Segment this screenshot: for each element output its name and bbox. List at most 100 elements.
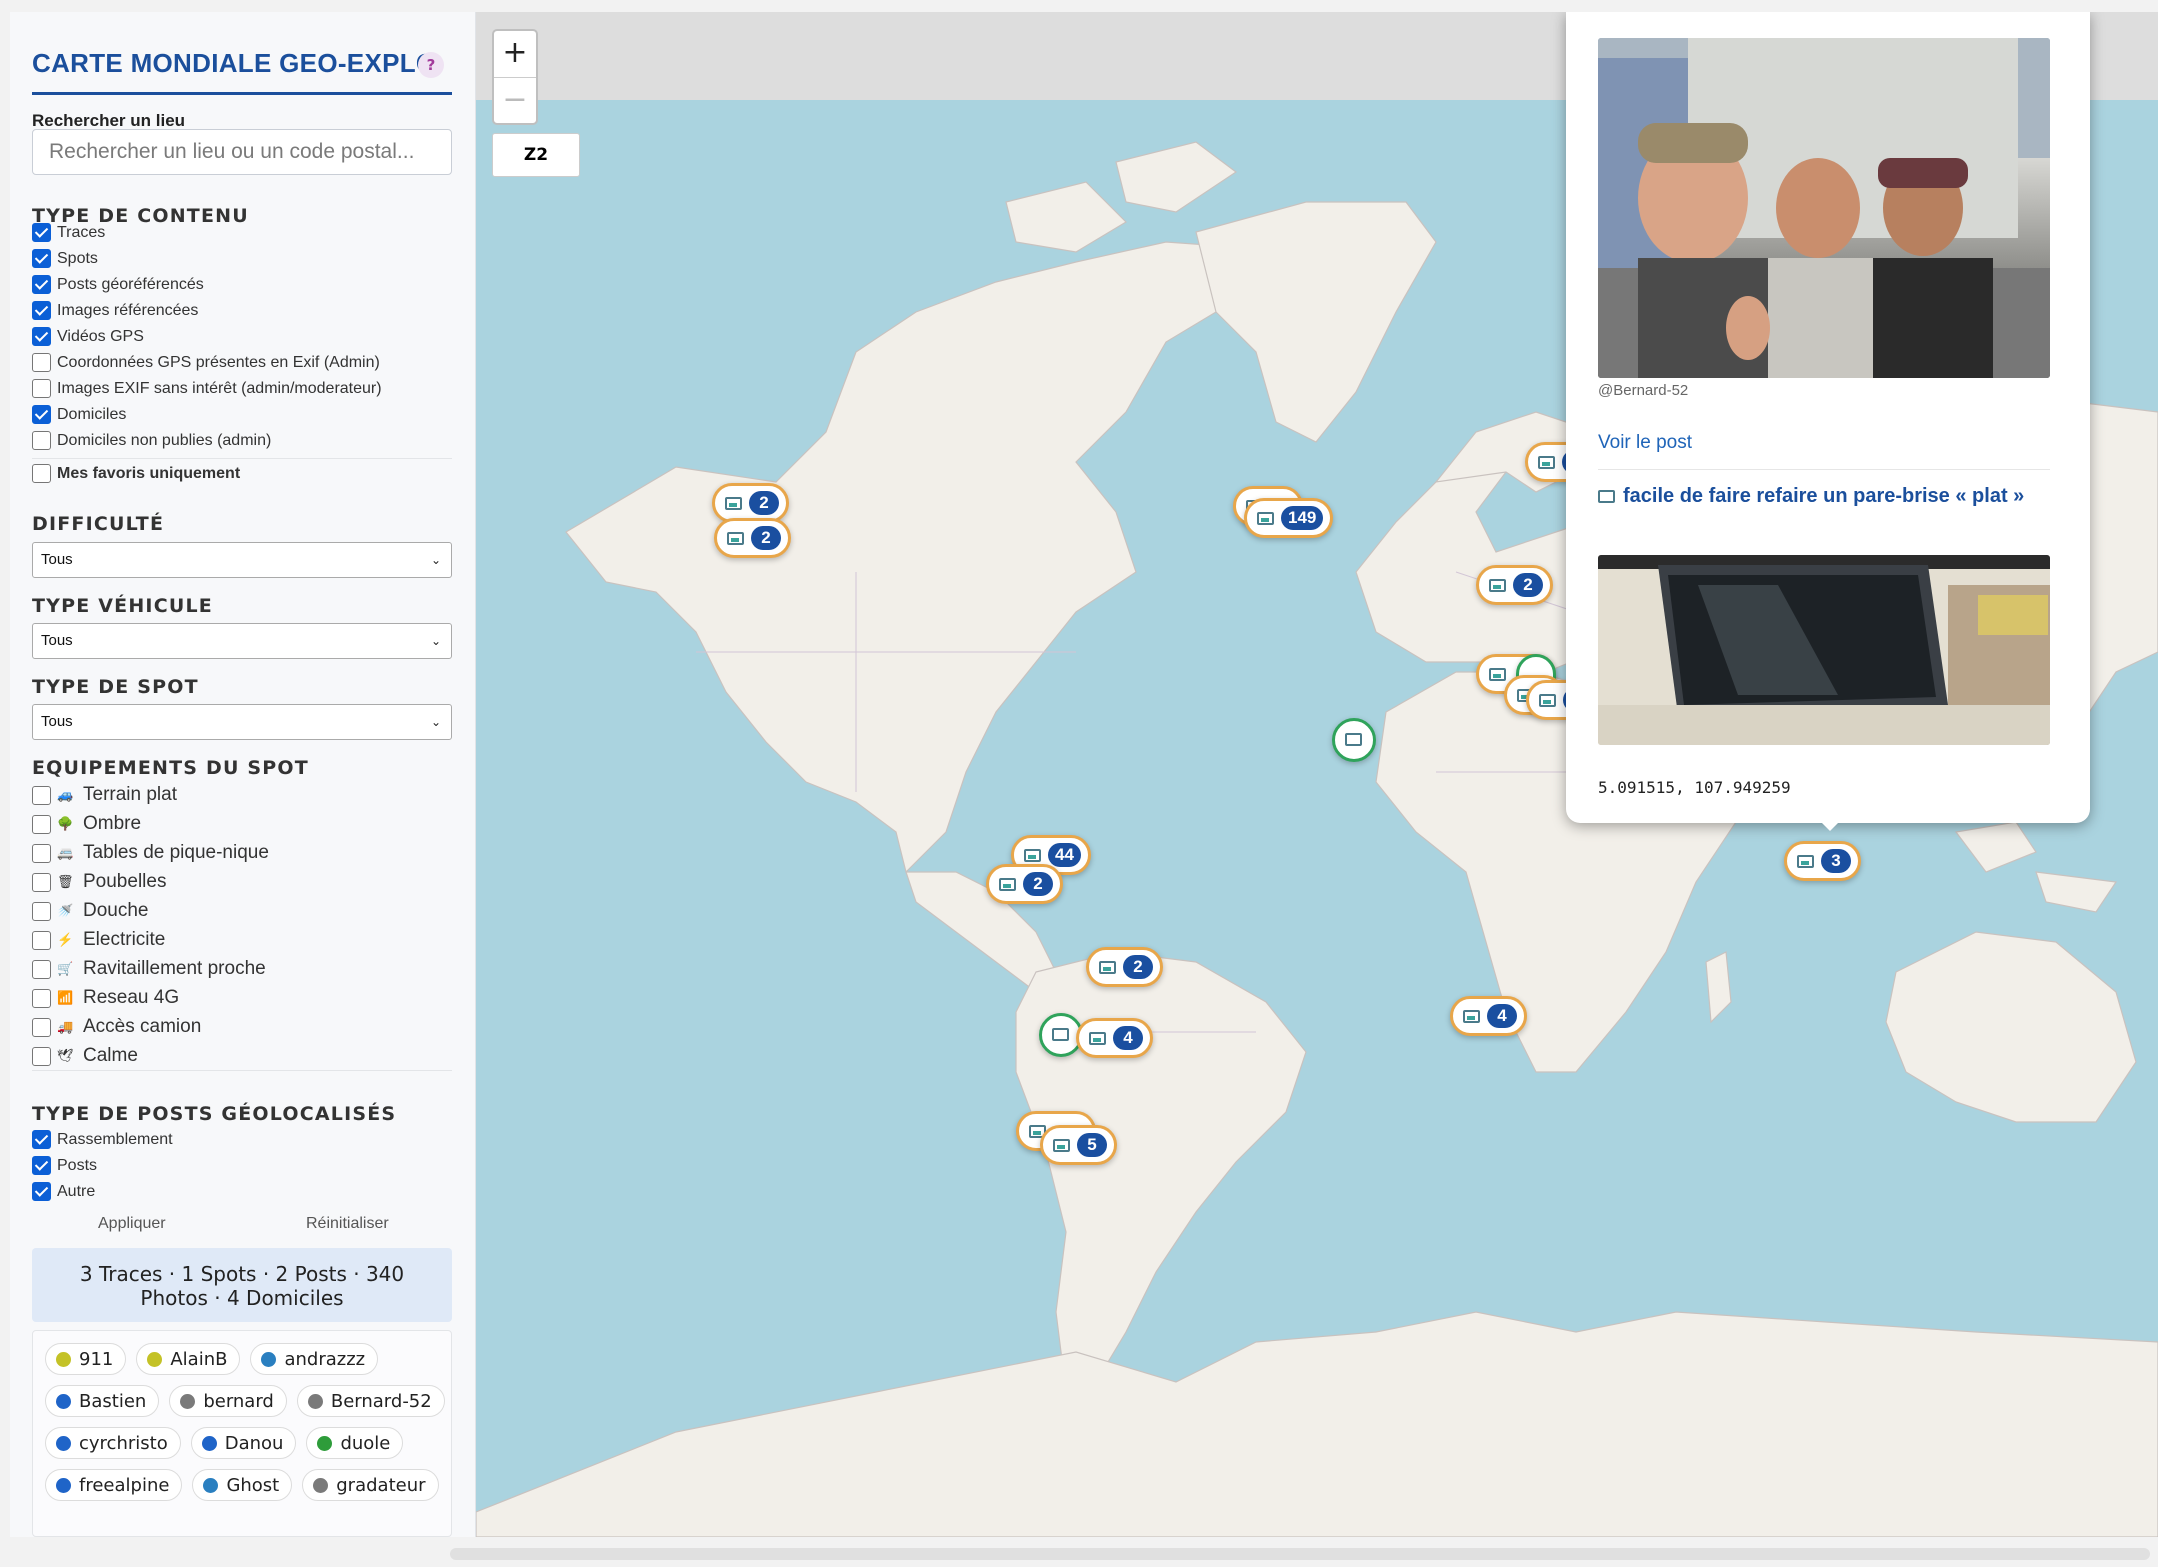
cluster-marker[interactable]: 3: [1784, 841, 1861, 881]
checkbox-box: [32, 405, 51, 424]
checkbox-box: [32, 327, 51, 346]
checkbox-exif-sans-interet[interactable]: Images EXIF sans intérêt (admin/moderate…: [32, 379, 382, 398]
checkbox-box[interactable]: [32, 785, 51, 805]
user-chip[interactable]: Bernard-52: [296, 1385, 445, 1417]
post-author[interactable]: @Bernard-52: [1598, 382, 1688, 399]
user-chip[interactable]: duole: [306, 1427, 404, 1459]
user-chip[interactable]: andrazzz: [250, 1343, 379, 1375]
checkbox-box[interactable]: [32, 1017, 51, 1037]
checkbox-box: [32, 1130, 51, 1149]
equipment-checkbox[interactable]: 🕊 Calme: [32, 1045, 138, 1067]
help-icon[interactable]: ?: [418, 52, 444, 78]
equipment-label: Ravitaillement proche: [83, 958, 266, 979]
cart-icon: 🛒: [57, 961, 74, 976]
spot-type-select[interactable]: Tous ⌄: [32, 704, 452, 740]
reset-button[interactable]: Réinitialiser: [306, 1215, 389, 1233]
post-title-link[interactable]: facile de faire refaire un pare-brise « …: [1598, 485, 2068, 508]
checkbox-domiciles-non-publies[interactable]: Domiciles non publies (admin): [32, 431, 271, 450]
difficulty-select[interactable]: Tous ⌄: [32, 542, 452, 578]
checkbox-box[interactable]: [32, 901, 51, 921]
tree-icon: 🌳: [57, 816, 74, 831]
trash-icon: 🗑: [57, 874, 74, 889]
select-value: Tous: [41, 713, 73, 730]
checkbox-posts[interactable]: Posts: [32, 1156, 97, 1175]
checkbox-domiciles[interactable]: Domiciles: [32, 405, 126, 424]
checkbox-box[interactable]: [32, 1046, 51, 1066]
checkbox-autre[interactable]: Autre: [32, 1182, 95, 1201]
search-label: Rechercher un lieu: [32, 111, 186, 130]
user-chip[interactable]: cyrchristo: [45, 1427, 181, 1459]
checkbox-box[interactable]: [32, 959, 51, 979]
view-post-link[interactable]: Voir le post: [1598, 432, 1692, 454]
cluster-marker[interactable]: 4: [1450, 996, 1527, 1036]
user-chip[interactable]: Bastien: [45, 1385, 160, 1417]
checkbox-box[interactable]: [32, 872, 51, 892]
checkbox-box[interactable]: [32, 843, 51, 863]
cluster-marker[interactable]: 2: [1086, 947, 1163, 987]
checkbox-label: Autre: [57, 1182, 96, 1200]
equipment-checkbox[interactable]: 🚿 Douche: [32, 900, 149, 922]
cluster-marker[interactable]: 4: [1076, 1018, 1153, 1058]
checkbox-label: Rassemblement: [57, 1130, 173, 1148]
user-chip[interactable]: Ghost: [192, 1469, 293, 1501]
equipment-checkbox[interactable]: 🗑 Poubelles: [32, 871, 166, 893]
checkbox-box: [32, 353, 51, 372]
equipment-checkbox[interactable]: 🌳 Ombre: [32, 813, 141, 835]
checkbox-label: Images référencées: [57, 301, 199, 319]
checkbox-label: Domiciles non publies (admin): [57, 431, 272, 449]
checkbox-exif-gps[interactable]: Coordonnées GPS présentes en Exif (Admin…: [32, 353, 380, 372]
checkbox-label: Vidéos GPS: [57, 327, 144, 345]
user-color-dot: [147, 1351, 163, 1367]
checkbox-spots[interactable]: Spots: [32, 249, 98, 268]
horizontal-scrollbar[interactable]: [450, 1548, 2150, 1560]
post-photo-secondary[interactable]: [1598, 555, 2050, 745]
vehicle-select[interactable]: Tous ⌄: [32, 623, 452, 659]
zoom-in-button[interactable]: +: [494, 31, 536, 78]
equipment-checkbox[interactable]: 📶 Reseau 4G: [32, 987, 179, 1009]
checkbox-favorites[interactable]: Mes favoris uniquement: [32, 464, 240, 483]
checkbox-box[interactable]: [32, 930, 51, 950]
image-icon: [1539, 693, 1556, 707]
user-chip[interactable]: bernard: [169, 1385, 287, 1417]
world-map[interactable]: + − Z2 2 2 4 149 2 8 44 2 2 4 5 4 3: [476, 12, 2158, 1537]
user-chip[interactable]: 911: [45, 1343, 127, 1375]
equipment-label: Poubelles: [83, 871, 167, 892]
zoom-out-button[interactable]: −: [494, 78, 536, 124]
user-color-dot: [261, 1351, 277, 1367]
user-chip[interactable]: AlainB: [136, 1343, 241, 1375]
equipment-checkbox[interactable]: ⚡ Electricite: [32, 929, 165, 951]
image-icon: [1489, 578, 1506, 592]
equipment-checkbox[interactable]: 🛒 Ravitaillement proche: [32, 958, 266, 980]
checkbox-box[interactable]: [32, 988, 51, 1008]
checkbox-rassemblement[interactable]: Rassemblement: [32, 1130, 173, 1149]
search-input[interactable]: Rechercher un lieu ou un code postal...: [32, 129, 452, 175]
equipment-checkbox[interactable]: 🚚 Accès camion: [32, 1016, 201, 1038]
user-chip[interactable]: Danou: [190, 1427, 297, 1459]
post-photo[interactable]: [1598, 38, 2050, 378]
cluster-marker[interactable]: 5: [1040, 1125, 1117, 1165]
equipment-checkbox[interactable]: 🚙 Terrain plat: [32, 784, 177, 806]
cluster-count: 44: [1048, 843, 1081, 867]
checkbox-box[interactable]: [32, 814, 51, 834]
checkbox-images-referencees[interactable]: Images référencées: [32, 301, 198, 320]
filter-actions: Appliquer Réinitialiser: [32, 1215, 452, 1245]
user-color-dot: [180, 1393, 196, 1409]
checkbox-traces[interactable]: Traces: [32, 223, 105, 242]
apply-button[interactable]: Appliquer: [98, 1215, 166, 1233]
user-chip[interactable]: gradateur: [302, 1469, 439, 1501]
checkbox-posts-georeferences[interactable]: Posts géoréférencés: [32, 275, 204, 294]
chevron-down-icon: ⌄: [430, 553, 441, 567]
cluster-marker[interactable]: 2: [712, 483, 789, 523]
image-icon: [1797, 854, 1814, 868]
spot-marker[interactable]: [1332, 718, 1376, 762]
equipment-checkbox[interactable]: 🚐 Tables de pique-nique: [32, 842, 269, 864]
user-chip[interactable]: freealpine: [45, 1469, 183, 1501]
checkbox-videos-gps[interactable]: Vidéos GPS: [32, 327, 144, 346]
divider: [32, 458, 452, 459]
cluster-marker[interactable]: 2: [986, 864, 1063, 904]
cluster-marker[interactable]: 149: [1244, 498, 1334, 538]
sidebar-header: CARTE MONDIALE GEO-EXPLO ?: [32, 34, 452, 95]
cluster-marker[interactable]: 2: [1476, 565, 1553, 605]
checkbox-box: [32, 431, 51, 450]
cluster-marker[interactable]: 2: [714, 518, 791, 558]
